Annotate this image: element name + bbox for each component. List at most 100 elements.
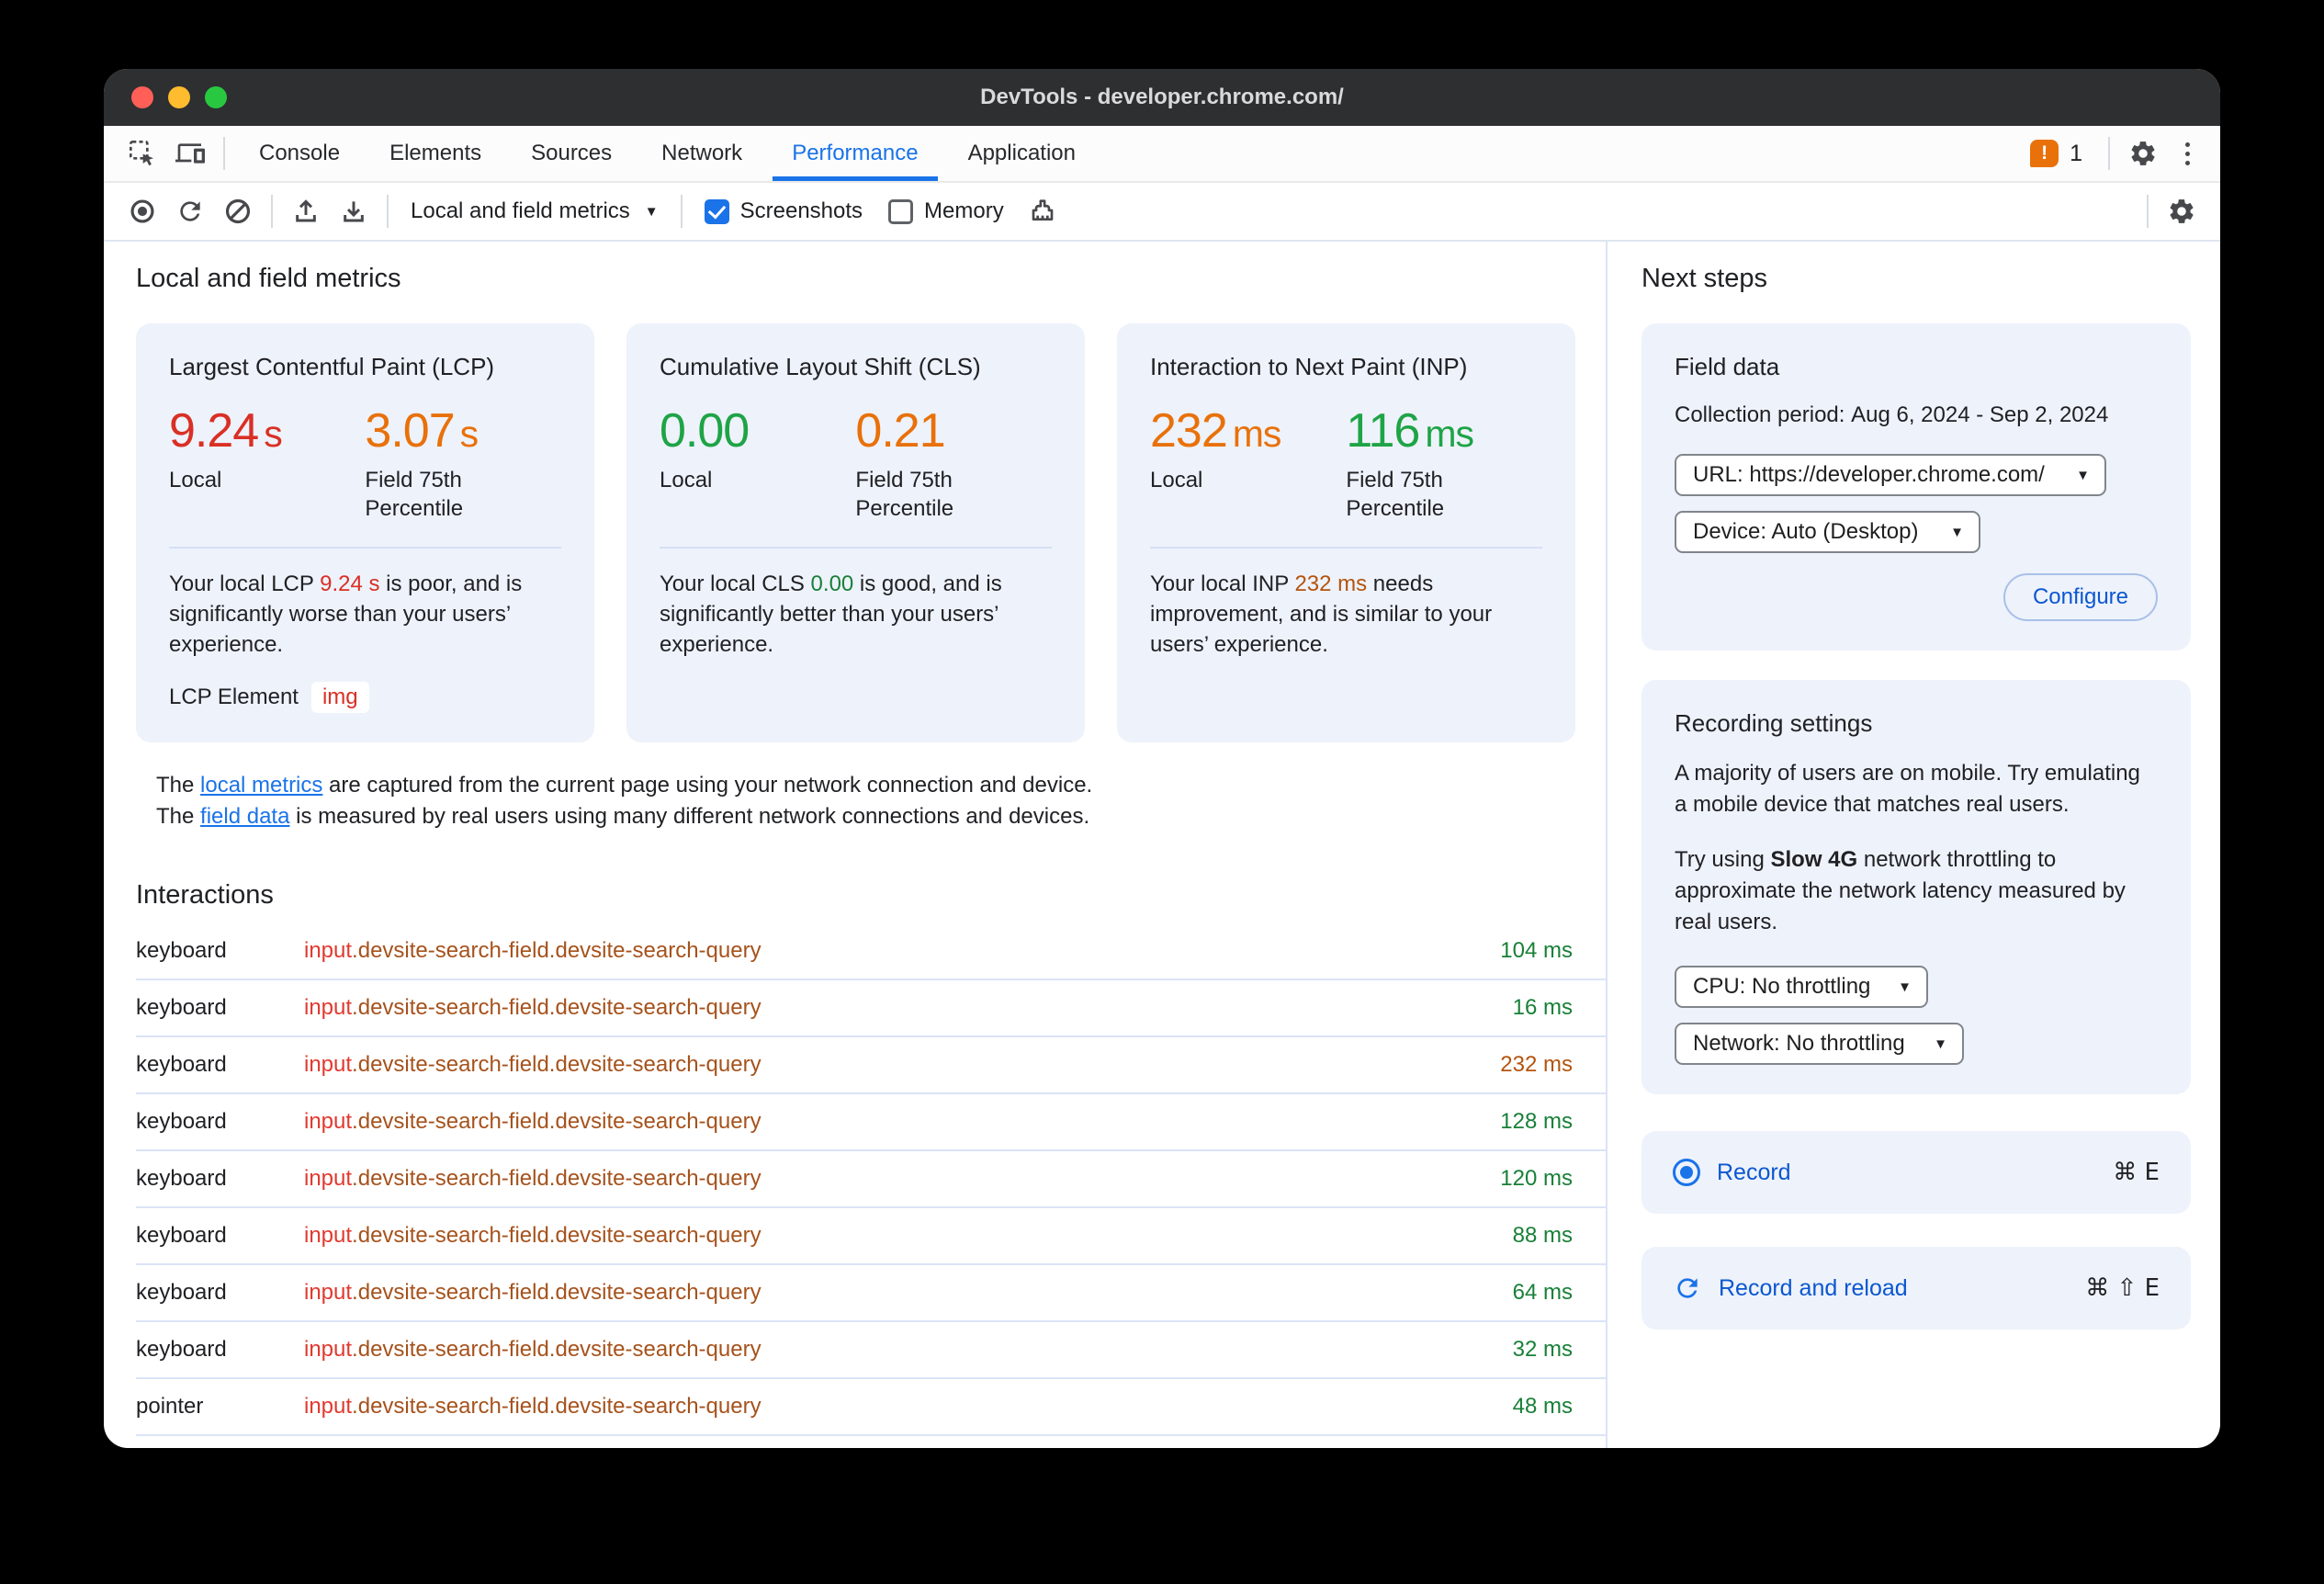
page-title: Local and field metrics (136, 264, 401, 293)
chevron-down-icon: ▼ (2076, 467, 2090, 483)
node-link[interactable]: input.devsite-search-field.devsite-searc… (304, 938, 1500, 964)
table-row: keyboardinput.devsite-search-field.devsi… (136, 923, 1606, 980)
inp-field-value: 116 ms (1346, 404, 1474, 458)
note-line-field: The field data is measured by real users… (156, 804, 1090, 829)
divider (387, 195, 389, 228)
divider (660, 547, 1052, 549)
local-metrics-link[interactable]: local metrics (200, 773, 322, 798)
node-link[interactable]: input.devsite-search-field.devsite-searc… (304, 995, 1513, 1021)
record-and-reload-icon[interactable] (166, 190, 214, 232)
throttling-hint-text: Try using Slow 4G network throttling to … (1675, 847, 2126, 934)
node-link[interactable]: input.devsite-search-field.devsite-searc… (304, 1166, 1500, 1192)
issues-icon[interactable]: ! (2030, 140, 2059, 167)
view-mode-select[interactable]: Local and field metrics ▼ (398, 198, 671, 224)
window-title: DevTools - developer.chrome.com/ (980, 85, 1344, 109)
divider (169, 547, 561, 549)
memory-checkbox[interactable] (888, 198, 914, 224)
divider (680, 195, 683, 228)
reload-icon (1673, 1273, 1702, 1303)
node-link[interactable]: input.devsite-search-field.devsite-searc… (304, 1337, 1513, 1363)
inp-field-label: Field 75th Percentile (1346, 468, 1445, 521)
divider (1150, 547, 1542, 549)
table-row: keyboardinput.devsite-search-field.devsi… (136, 1436, 1606, 1448)
more-options-icon[interactable] (2167, 141, 2207, 165)
table-row: pointer input.devsite-search-field.devsit… (136, 1379, 1606, 1436)
screenshots-checkbox[interactable] (704, 198, 729, 224)
interactions-title: Interactions (136, 880, 274, 910)
lcp-field-value: 3.07 s (365, 404, 479, 458)
settings-gear-icon[interactable] (2119, 132, 2167, 175)
table-row: keyboardinput.devsite-search-field.devsi… (136, 980, 1606, 1037)
inp-card: Interaction to Next Paint (INP) 232 ms Lo… (1117, 323, 1575, 742)
configure-button[interactable]: Configure (2002, 573, 2158, 621)
inp-card-title: Interaction to Next Paint (INP) (1150, 353, 1468, 380)
panel-settings-gear-icon[interactable] (2158, 190, 2206, 232)
panel-tabs: Console Elements Sources Network Perform… (234, 126, 1100, 181)
metrics-note: The local metrics are captured from the … (156, 770, 1575, 832)
download-profile-icon[interactable] (330, 190, 378, 232)
tab-performance[interactable]: Performance (767, 126, 942, 181)
tab-sources[interactable]: Sources (506, 126, 637, 181)
node-link[interactable]: input.devsite-search-field.devsite-searc… (304, 1280, 1513, 1306)
lcp-element-node-link[interactable]: img (310, 682, 369, 713)
cpu-throttling-select[interactable]: CPU: No throttling ▼ (1675, 966, 1928, 1008)
table-row: keyboardinput.devsite-search-field.devsi… (136, 1265, 1606, 1322)
node-link[interactable]: input.devsite-search-field.devsite-searc… (304, 1109, 1500, 1135)
collect-garbage-icon[interactable] (1019, 190, 1066, 232)
clear-icon[interactable] (214, 190, 262, 232)
lcp-local-value: 9.24 s (169, 404, 283, 458)
network-throttling-select[interactable]: Network: No throttling ▼ (1675, 1023, 1964, 1065)
record-and-reload-button[interactable]: Record and reload ⌘ ⇧ E (1641, 1247, 2191, 1329)
cls-description: Your local CLS 0.00 is good, and is sign… (660, 571, 1002, 657)
upload-profile-icon[interactable] (282, 190, 330, 232)
cls-local-value: 0.00 (660, 404, 750, 458)
tab-application[interactable]: Application (943, 126, 1100, 181)
record-shortcut: ⌘ E (2113, 1159, 2160, 1186)
next-steps-sidebar: Next steps Field data Collection period:… (1608, 242, 2220, 1448)
chevron-down-icon: ▼ (1934, 1035, 1947, 1052)
tab-console[interactable]: Console (234, 126, 365, 181)
divider (2108, 137, 2110, 170)
cls-field-value: 0.21 (855, 404, 945, 458)
field-data-title: Field data (1675, 353, 1780, 380)
lcp-description: Your local LCP 9.24 s is poor, and is si… (169, 571, 523, 657)
issues-count[interactable]: 1 (2070, 141, 2082, 167)
cls-field-label: Field 75th Percentile (855, 468, 954, 521)
field-data-link[interactable]: field data (200, 804, 289, 829)
cls-local-label: Local (660, 468, 713, 492)
tab-network[interactable]: Network (637, 126, 767, 181)
inp-local-label: Local (1150, 468, 1203, 492)
chevron-down-icon: ▼ (1898, 979, 1912, 995)
lcp-field-label: Field 75th Percentile (365, 468, 464, 521)
record-icon[interactable] (118, 190, 166, 232)
metrics-main-pane: Local and field metrics Largest Contentf… (104, 242, 1606, 1448)
table-row: keyboardinput.devsite-search-field.devsi… (136, 1322, 1606, 1379)
tab-elements[interactable]: Elements (365, 126, 506, 181)
url-select[interactable]: URL: https://developer.chrome.com/ ▼ (1675, 454, 2106, 496)
memory-toggle[interactable]: Memory (888, 198, 1004, 224)
node-link[interactable]: input.devsite-search-field.devsite-searc… (304, 1223, 1513, 1249)
record-and-reload-shortcut: ⌘ ⇧ E (2085, 1274, 2160, 1302)
device-select[interactable]: Device: Auto (Desktop) ▼ (1675, 511, 1980, 553)
devtools-tabbar: Console Elements Sources Network Perform… (104, 126, 2220, 183)
screenshots-toggle[interactable]: Screenshots (704, 198, 863, 224)
chevron-down-icon: ▼ (644, 203, 659, 220)
chevron-down-icon: ▼ (1950, 524, 1964, 540)
cls-card-title: Cumulative Layout Shift (CLS) (660, 353, 981, 380)
table-row: keyboardinput.devsite-search-field.devsi… (136, 1151, 1606, 1208)
node-link[interactable]: input.devsite-search-field.devsite-searc… (304, 1394, 1513, 1420)
table-row: keyboardinput.devsite-search-field.devsi… (136, 1037, 1606, 1094)
device-toolbar-icon[interactable] (166, 132, 214, 175)
lcp-card: Largest Contentful Paint (LCP) 9.24 s Loc… (136, 323, 594, 742)
performance-toolbar: Local and field metrics ▼ Screenshots Me… (104, 183, 2220, 242)
node-link[interactable]: input.devsite-search-field.devsite-searc… (304, 1052, 1500, 1078)
inp-description: Your local INP 232 ms needs improvement,… (1150, 571, 1493, 657)
field-data-card: Field data Collection period: Aug 6, 202… (1641, 323, 2191, 651)
lcp-card-title: Largest Contentful Paint (LCP) (169, 353, 495, 380)
record-button[interactable]: Record ⌘ E (1641, 1131, 2191, 1214)
collection-period: Collection period: Aug 6, 2024 - Sep 2, … (1675, 402, 2109, 427)
lcp-element-label: LCP Element (169, 685, 299, 709)
divider (271, 195, 273, 228)
titlebar: DevTools - developer.chrome.com/ (104, 69, 2220, 126)
inspect-element-icon[interactable] (118, 132, 166, 175)
